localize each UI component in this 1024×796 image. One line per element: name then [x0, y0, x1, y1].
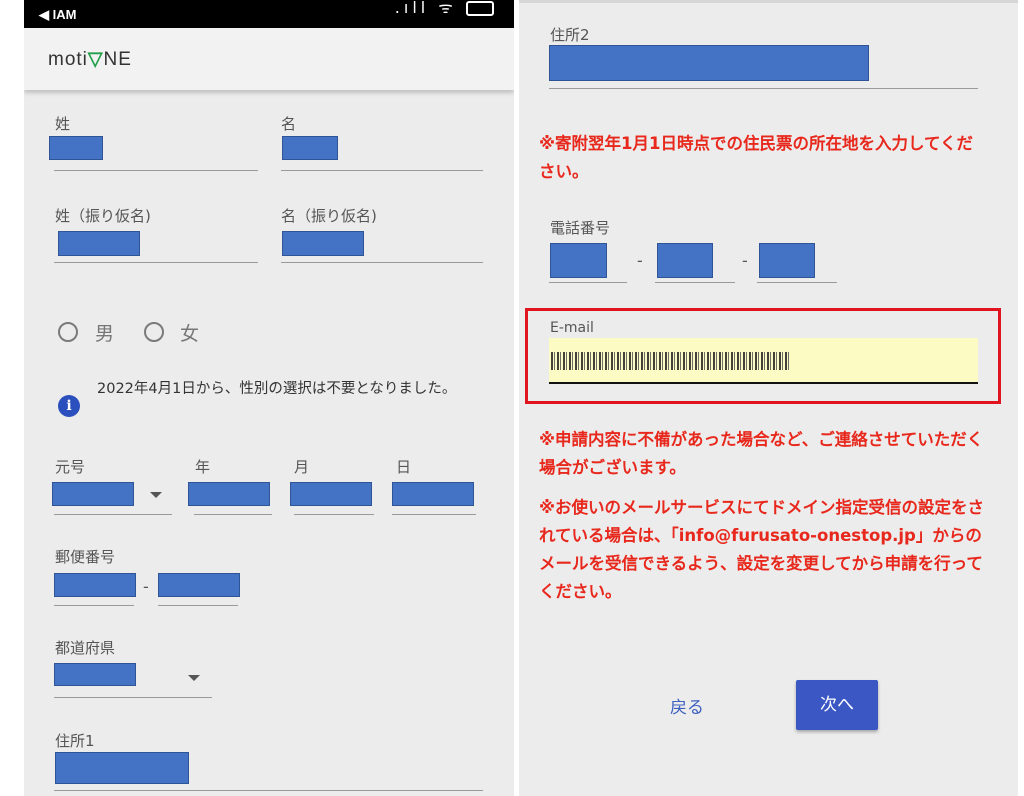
phone-second-input[interactable] [657, 243, 713, 278]
year-input[interactable] [188, 482, 270, 506]
phone-third-input[interactable] [759, 243, 815, 278]
app-logo: moti▽NE [48, 49, 132, 70]
first-name-input[interactable] [282, 136, 338, 160]
first-name-kana-input[interactable] [282, 231, 364, 256]
phone-separator-1: - [637, 251, 643, 270]
last-name-kana-label: 姓（振り仮名) [55, 207, 151, 225]
app-bar: moti▽NE [24, 28, 514, 90]
postal-code-second-input[interactable] [158, 573, 240, 597]
month-label: 月 [294, 458, 310, 476]
first-name-kana-label: 名（振り仮名) [281, 207, 377, 225]
postal-label: 郵便番号 [55, 548, 116, 566]
gender-note: 2022年4月1日から、性別の選択は不要となりました。 [97, 381, 457, 397]
postal-code-first-input[interactable] [54, 573, 136, 597]
gender-male-label: 男 [95, 323, 115, 345]
back-button[interactable]: 戻る [670, 693, 704, 718]
status-bar: ◀ IAM .ıll ᯤ [24, 0, 514, 28]
address1-input[interactable] [55, 752, 189, 784]
gender-male-radio[interactable] [58, 322, 78, 342]
wifi-icon: ᯤ [438, 0, 457, 17]
postal-separator: - [143, 577, 149, 596]
address2-input[interactable] [549, 45, 869, 81]
prefecture-dropdown-arrow-icon[interactable] [188, 675, 200, 681]
phone-first-input[interactable] [550, 243, 607, 278]
battery-icon [466, 1, 494, 16]
last-name-label: 姓 [55, 115, 71, 133]
day-input[interactable] [392, 482, 474, 506]
prefecture-select[interactable] [54, 663, 136, 686]
mail-domain-notice: ※お使いのメールサービスにてドメイン指定受信の設定をされている場合は、「info… [539, 498, 985, 601]
month-input[interactable] [290, 482, 372, 506]
signal-icon: .ıll [394, 0, 430, 17]
phone-label: 電話番号 [550, 219, 611, 237]
info-icon: i [58, 395, 80, 417]
address2-label: 住所2 [550, 26, 590, 44]
carrier-label: ◀ IAM [39, 7, 77, 22]
day-label: 日 [396, 458, 412, 476]
prefecture-label: 都道府県 [55, 639, 116, 657]
email-label: E-mail [550, 320, 594, 336]
last-name-input[interactable] [49, 136, 103, 160]
right-screen: 住所2 ※寄附翌年1月1日時点での住民票の所在地を入力してください。 電話番号 … [519, 0, 1018, 796]
gender-female-radio[interactable] [144, 322, 164, 342]
last-name-kana-input[interactable] [58, 231, 140, 256]
address1-label: 住所1 [55, 732, 95, 750]
address-notice: ※寄附翌年1月1日時点での住民票の所在地を入力してください。 [539, 134, 974, 181]
left-screen: ◀ IAM .ıll ᯤ moti▽NE 姓 名 姓（振り仮名) 名（振り仮名)… [24, 0, 514, 796]
era-select[interactable] [52, 482, 134, 506]
contact-notice: ※申請内容に不備があった場合など、ご連絡させていただく場合がございます。 [539, 430, 984, 477]
gender-female-label: 女 [180, 323, 200, 345]
year-label: 年 [195, 458, 211, 476]
phone-separator-2: - [742, 251, 748, 270]
first-name-label: 名 [281, 115, 297, 133]
era-label: 元号 [55, 458, 86, 476]
era-dropdown-arrow-icon[interactable] [150, 492, 162, 498]
email-value-redacted [551, 352, 791, 370]
next-button[interactable]: 次へ [796, 680, 878, 730]
